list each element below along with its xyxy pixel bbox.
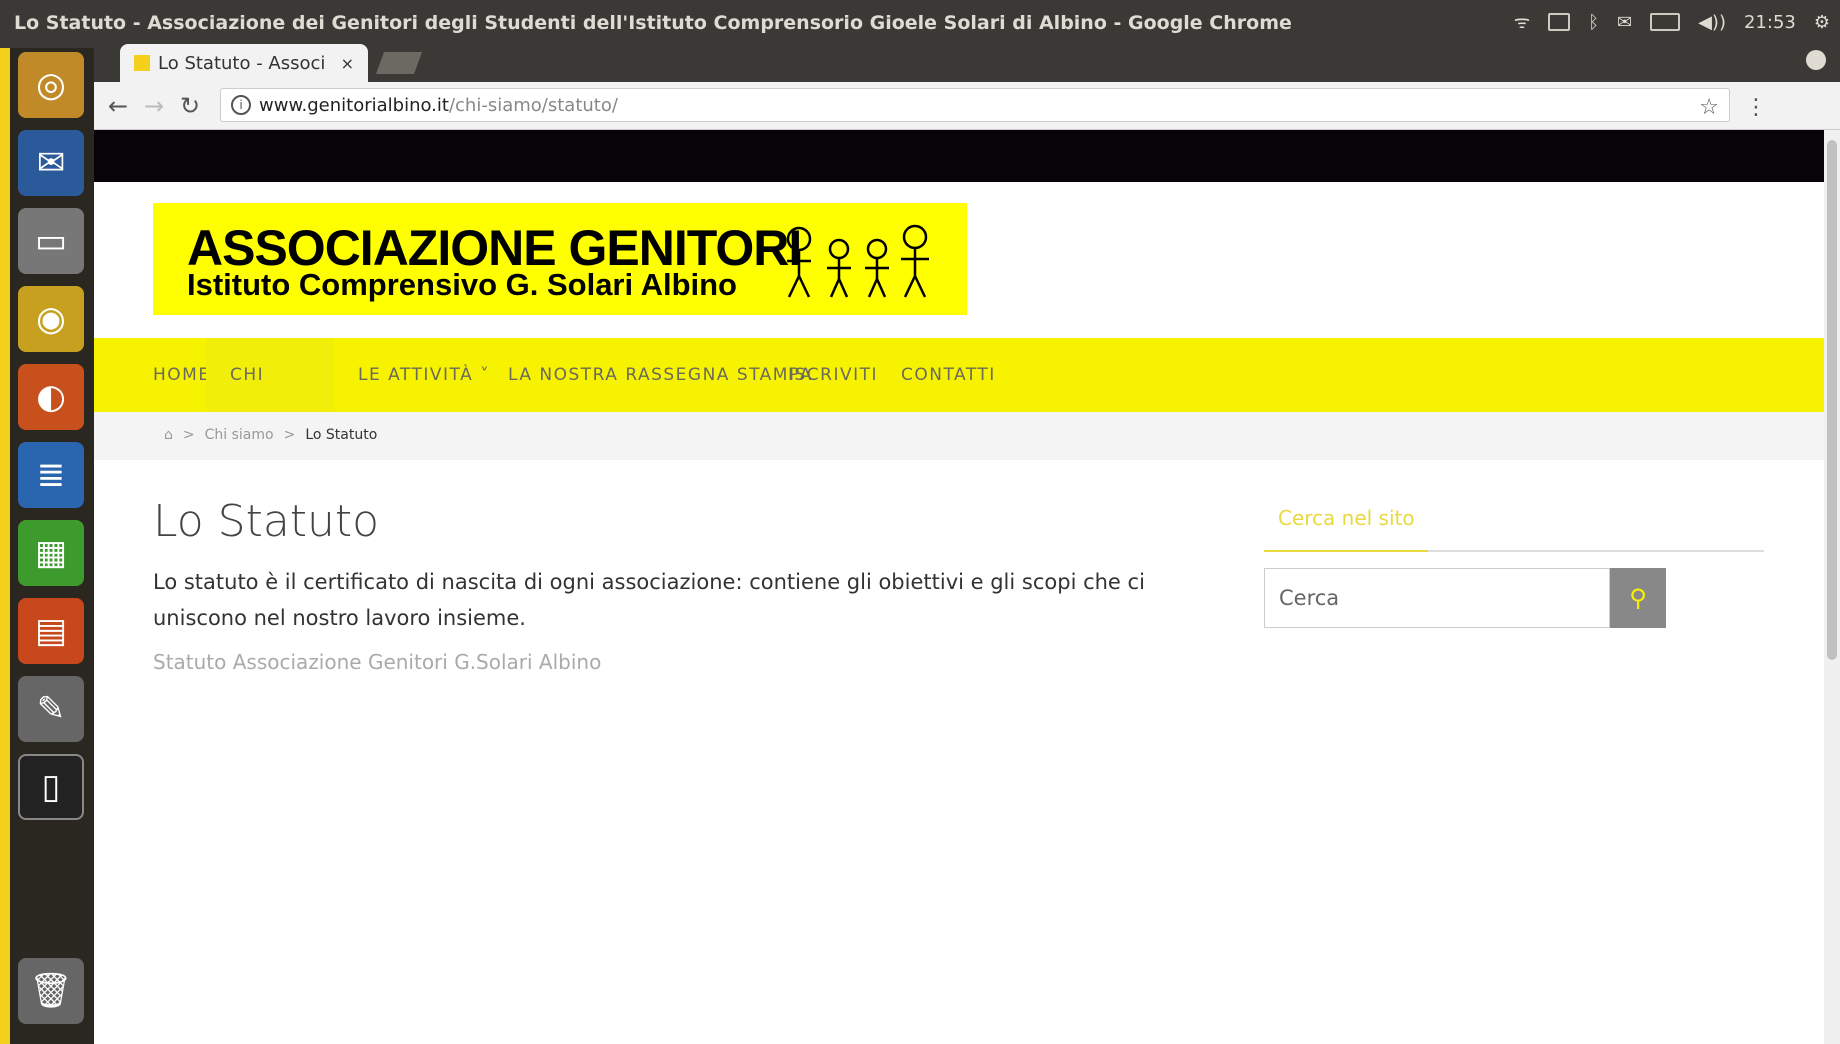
breadcrumb-chi-siamo[interactable]: Chi siamo [205,427,274,443]
address-bar[interactable]: i www.genitorialbino.it/chi-siamo/statut… [220,88,1767,122]
menu-dots-icon[interactable]: ⋮ [1745,95,1767,120]
new-tab-button[interactable] [375,52,423,74]
impress-icon[interactable]: ▤ [18,598,84,664]
chrome-tab-strip: Lo Statuto - Associ × [94,40,1840,82]
web-page: ASSOCIAZIONE GENITORI Istituto Comprensi… [94,130,1824,1044]
breadcrumb-separator: > [182,427,195,443]
home-icon[interactable]: ⌂ [164,427,173,443]
scrollbar-thumb[interactable] [1827,140,1837,660]
ubuntu-dash-icon[interactable]: ◎ [18,52,84,118]
gear-icon[interactable]: ⚙ [1814,12,1830,33]
search-input[interactable]: Cerca [1264,568,1610,628]
bookmark-star-icon[interactable]: ☆ [1699,95,1719,120]
breadcrumb-separator: > [283,427,296,443]
logo-subtitle: Istituto Comprensivo G. Solari Albino [187,267,737,302]
back-arrow-icon[interactable]: ← [108,92,128,120]
forward-arrow-icon[interactable]: → [144,92,164,120]
launcher-edge [0,48,10,1044]
widget-divider-accent [1264,550,1428,552]
volume-icon[interactable]: ◀)) [1698,12,1726,33]
tab-close-icon[interactable]: × [341,54,354,73]
nav-chi-siamo[interactable]: CHI SIAMO ˅ [206,338,334,459]
site-top-bar [94,130,1824,182]
nav-contatti[interactable]: CONTATTI [877,338,1020,412]
children-drawing-icon [786,224,929,298]
chrome-toolbar: ← → ↻ i www.genitorialbino.it/chi-siamo/… [94,82,1840,130]
tab-title: Lo Statuto - Associ [158,52,326,74]
widget-divider [1264,550,1764,552]
url-path: /chi-siamo/statuto/ [448,94,618,116]
main-nav: HOME CHI SIAMO ˅ LE ATTIVITÀ ˅ LA NOSTRA… [94,338,1824,459]
search-widget-title: Cerca nel sito [1278,506,1415,530]
breadcrumb: ⌂ > Chi siamo > Lo Statuto [94,412,1824,460]
battery-icon[interactable] [1650,13,1681,31]
wifi-icon[interactable]: ᯤ [1514,10,1530,34]
window-title: Lo Statuto - Associazione dei Genitori d… [14,12,1292,34]
search-button[interactable]: ⚲ [1610,568,1666,628]
chrome-icon[interactable]: ◉ [18,286,84,352]
page-scrollbar[interactable] [1824,130,1840,1044]
tab-lo-statuto[interactable]: Lo Statuto - Associ × [120,44,368,82]
system-tray: ᯤ ᛒ ✉ ◀)) 21:53 ⚙ [1514,10,1830,34]
site-logo[interactable]: ASSOCIAZIONE GENITORI Istituto Comprensi… [153,203,967,315]
breadcrumb-current: Lo Statuto [305,427,378,443]
bluetooth-icon[interactable]: ᛒ [1588,12,1599,33]
settings-icon[interactable]: ✎ [18,676,84,742]
terminal-icon[interactable]: ▯ [18,754,84,820]
url-host: www.genitorialbino.it [259,94,449,116]
writer-icon[interactable]: ≣ [18,442,84,508]
trash-icon[interactable]: 🗑 [18,958,84,1024]
profile-icon[interactable] [1806,50,1826,70]
files-icon[interactable]: ▭ [18,208,84,274]
launcher: ◎ ✉ ▭ ◉ ◐ ≣ ▦ ▤ ✎ ▯ 🗑 [0,48,94,1044]
favicon-icon [134,55,150,71]
info-icon[interactable]: i [231,95,251,115]
calc-icon[interactable]: ▦ [18,520,84,586]
keyboard-icon[interactable] [1548,13,1571,31]
thunderbird-icon[interactable]: ✉ [18,130,84,196]
reload-icon[interactable]: ↻ [180,92,200,120]
firefox-icon[interactable]: ◐ [18,364,84,430]
search-icon: ⚲ [1629,584,1647,612]
intro-paragraph: Lo statuto è il certificato di nascita d… [153,570,1145,630]
clock[interactable]: 21:53 [1744,12,1796,33]
page-title: Lo Statuto [153,496,380,547]
statuto-document-link[interactable]: Statuto Associazione Genitori G.Solari A… [153,650,601,674]
mail-icon[interactable]: ✉ [1617,12,1632,33]
